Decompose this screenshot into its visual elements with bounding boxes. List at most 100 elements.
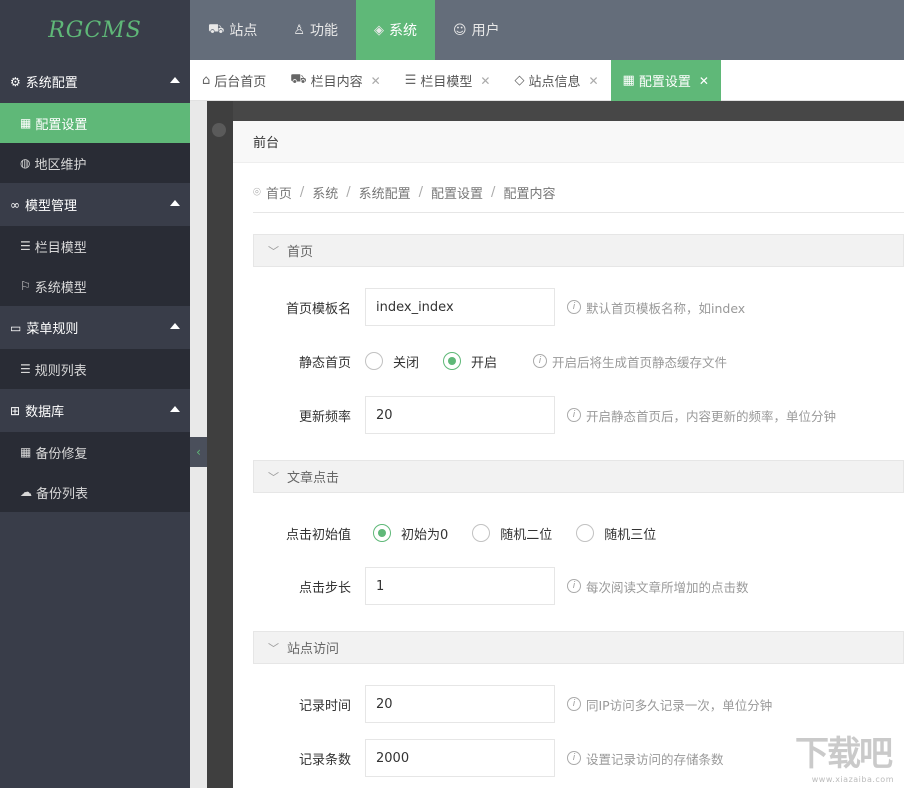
tab-column-content[interactable]: ⛟栏目内容✕ [278,60,392,101]
watermark-logo: 下载吧 [788,726,898,774]
list-icon: ☰ [20,239,31,253]
bus-icon: ⛟ [290,72,306,89]
field-hint: i开启静态首页后，内容更新的频率，单位分钟 [567,406,836,425]
sidebar-item-label: 栏目模型 [35,237,87,256]
section-home-header[interactable]: ﹀首页 [253,234,904,267]
breadcrumb-item[interactable]: 系统配置 [359,183,411,202]
home-icon: ⌂ [202,73,210,88]
radio-label: 关闭 [393,352,419,371]
radio-static-on[interactable]: 开启 [443,352,497,371]
background-content [207,101,233,788]
sidebar-item-backup-restore[interactable]: ▦备份修复 [0,432,190,472]
location-pin-icon: ⌾ [253,185,261,200]
topnav-item-system[interactable]: ◈ 系统 [356,0,435,60]
sidebar-item-column-model[interactable]: ☰ 栏目模型 [0,226,190,266]
calendar-icon: ▦ [623,73,635,88]
sidebar-collapse-handle[interactable]: ‹ [190,437,207,467]
layers-icon: ◈ [374,23,384,38]
field-hint: i开启后将生成首页静态缓存文件 [533,352,727,371]
caret-up-icon [170,200,180,206]
sidebar-item-system-model[interactable]: ⚐系统模型 [0,266,190,306]
update-freq-input[interactable]: 20 [365,396,555,434]
click-step-input[interactable]: 1 [365,567,555,605]
sidebar-item-label: 备份修复 [35,443,87,462]
field-update-freq: 更新频率 20 i开启静态首页后，内容更新的频率，单位分钟 [253,396,904,434]
field-hint: i每次阅读文章所增加的点击数 [567,577,749,596]
radio-click-init-zero[interactable]: 初始为0 [373,524,448,543]
field-record-time: 记录时间 20 i同IP访问多久记录一次，单位分钟 [253,685,904,723]
close-icon[interactable]: ✕ [480,74,490,88]
topnav-label: 系统 [389,20,417,40]
topnav-item-function[interactable]: ♙功能 [275,0,356,60]
info-icon: i [567,408,581,422]
sidebar-item-label: 规则列表 [35,360,87,379]
radio-click-init-random3[interactable]: 随机三位 [576,524,656,543]
click-init-radio-group: 初始为0 随机二位 随机三位 [365,524,680,543]
tag-icon: ◇ [514,73,524,88]
field-label: 记录时间 [253,695,365,714]
sidebar-group-database[interactable]: ⊞数据库 [0,389,190,432]
field-hint: i默认首页模板名称，如index [567,298,745,317]
sidebar-group-menu-rules[interactable]: ▭菜单规则 [0,306,190,349]
radio-circle-checked [373,524,391,542]
tab-site-info[interactable]: ◇ 站点信息 ✕ [502,60,610,101]
sidebar-item-label: 备份列表 [36,483,88,502]
field-label: 点击步长 [253,577,365,596]
field-label: 静态首页 [253,352,365,371]
sidebar-group-model[interactable]: ∞模型管理 [0,183,190,226]
record-time-input[interactable]: 20 [365,685,555,723]
top-nav: ⛟站点 ♙功能 ◈ 系统 ☺用户 [190,0,518,60]
breadcrumb-separator: / [491,185,495,200]
tab-bar: ⌂后台首页 ⛟栏目内容✕ ☰栏目模型✕ ◇ 站点信息 ✕ ▦ 配置设置 ✕ [190,60,904,101]
sidebar-item-rule-list[interactable]: ☰规则列表 [0,349,190,389]
topnav-item-site[interactable]: ⛟站点 [190,0,275,60]
breadcrumb-item[interactable]: 配置设置 [431,183,483,202]
calendar-icon: ▦ [20,116,31,130]
sidebar-item-region[interactable]: ◍地区维护 [0,143,190,183]
sidebar-sub-menu-rules: ☰规则列表 [0,349,190,389]
topnav-item-user[interactable]: ☺用户 [435,0,518,60]
info-icon: i [533,354,547,368]
breadcrumb-item[interactable]: 首页 [266,183,292,202]
sidebar-item-backup-list[interactable]: ☁备份列表 [0,472,190,512]
chevron-down-icon: ﹀ [268,640,279,656]
radio-label: 初始为0 [401,524,448,543]
field-hint: i 设置记录访问的存储条数 [567,749,724,768]
watermark-url: www.xiazaiba.com [812,775,894,784]
tab-dashboard[interactable]: ⌂后台首页 [190,60,278,101]
home-template-input[interactable]: index_index [365,288,555,326]
bus-icon: ⛟ [208,22,224,39]
caret-up-icon [170,77,180,83]
section-site-visit-header[interactable]: ﹀ 站点访问 [253,631,904,664]
topnav-label: 功能 [310,20,338,40]
sidebar-group-system-config[interactable]: ⚙系统配置 [0,60,190,103]
hint-text: 默认首页模板名称，如index [586,298,745,317]
radio-click-init-random2[interactable]: 随机二位 [472,524,552,543]
tab-label: 站点信息 [528,71,580,90]
section-title: 站点访问 [287,638,339,657]
hint-text: 设置记录访问的存储条数 [586,749,724,768]
tab-column-model[interactable]: ☰栏目模型✕ [393,60,503,101]
sidebar-item-label: 配置设置 [35,114,87,133]
tab-label: 配置设置 [639,71,691,90]
app-logo[interactable]: RGCMS [0,0,190,60]
info-icon: i [567,751,581,765]
info-icon: i [567,579,581,593]
caret-up-icon [170,406,180,412]
field-click-step: 点击步长 1 i每次阅读文章所增加的点击数 [253,567,904,605]
tab-config-settings[interactable]: ▦ 配置设置 ✕ [611,60,721,101]
record-count-input[interactable]: 2000 [365,739,555,777]
chevron-down-icon: ﹀ [268,469,279,485]
breadcrumb-item[interactable]: 系统 [312,183,338,202]
section-article-click-header[interactable]: ﹀文章点击 [253,460,904,493]
close-icon[interactable]: ✕ [371,74,381,88]
list-icon: ☰ [405,73,417,88]
radio-label: 随机三位 [604,524,656,543]
radio-static-off[interactable]: 关闭 [365,352,419,371]
flag-icon: ⚐ [20,279,31,293]
sidebar-item-config-settings[interactable]: ▦ 配置设置 [0,103,190,143]
topnav-label: 用户 [472,20,500,40]
config-modal: 前台 ⌾ 首页/ 系统/ 系统配置/ 配置设置/ 配置内容 ﹀首页 首页模板名 … [233,121,904,788]
close-icon[interactable]: ✕ [699,74,709,88]
close-icon[interactable]: ✕ [588,74,598,88]
